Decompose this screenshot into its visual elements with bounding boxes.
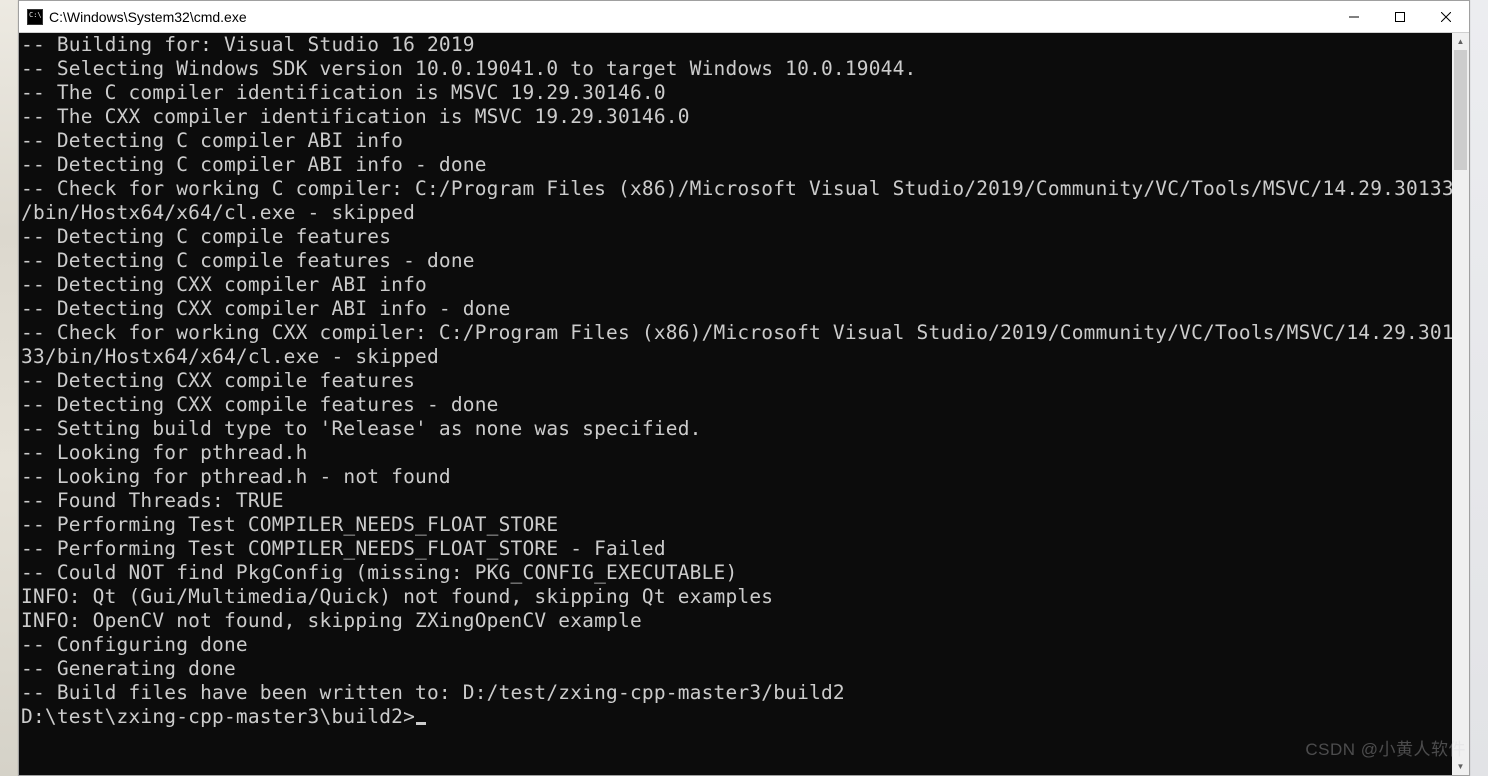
terminal-line: -- The C compiler identification is MSVC… xyxy=(21,81,1452,105)
vertical-scrollbar[interactable]: ▲ ▼ xyxy=(1452,33,1469,775)
terminal-line: -- Detecting CXX compile features - done xyxy=(21,393,1452,417)
scroll-up-button[interactable]: ▲ xyxy=(1452,33,1469,50)
terminal-line: -- The CXX compiler identification is MS… xyxy=(21,105,1452,129)
terminal-output[interactable]: -- Building for: Visual Studio 16 2019--… xyxy=(19,33,1452,775)
terminal-line: -- Performing Test COMPILER_NEEDS_FLOAT_… xyxy=(21,537,1452,561)
terminal-line: -- Detecting C compile features xyxy=(21,225,1452,249)
scroll-down-button[interactable]: ▼ xyxy=(1452,758,1469,775)
terminal-line: -- Detecting C compiler ABI info - done xyxy=(21,153,1452,177)
close-button[interactable] xyxy=(1423,1,1469,33)
terminal-line: -- Could NOT find PkgConfig (missing: PK… xyxy=(21,561,1452,585)
terminal-line: 33/bin/Hostx64/x64/cl.exe - skipped xyxy=(21,345,1452,369)
terminal-line: -- Build files have been written to: D:/… xyxy=(21,681,1452,705)
terminal-line: -- Detecting C compile features - done xyxy=(21,249,1452,273)
terminal-line: -- Detecting CXX compiler ABI info - don… xyxy=(21,297,1452,321)
terminal-line: -- Building for: Visual Studio 16 2019 xyxy=(21,33,1452,57)
scroll-thumb[interactable] xyxy=(1454,50,1467,170)
terminal-line: -- Detecting C compiler ABI info xyxy=(21,129,1452,153)
cmd-window: C:\Windows\System32\cmd.exe -- Building … xyxy=(18,0,1470,776)
terminal-line: -- Detecting CXX compiler ABI info xyxy=(21,273,1452,297)
terminal-line: INFO: OpenCV not found, skipping ZXingOp… xyxy=(21,609,1452,633)
terminal-cursor xyxy=(416,722,426,725)
terminal-line: -- Looking for pthread.h xyxy=(21,441,1452,465)
maximize-button[interactable] xyxy=(1377,1,1423,33)
background-right-strip xyxy=(1470,0,1488,776)
terminal-line: -- Found Threads: TRUE xyxy=(21,489,1452,513)
window-title: C:\Windows\System32\cmd.exe xyxy=(49,9,247,25)
terminal-prompt[interactable]: D:\test\zxing-cpp-master3\build2> xyxy=(21,705,1452,729)
terminal-line: INFO: Qt (Gui/Multimedia/Quick) not foun… xyxy=(21,585,1452,609)
minimize-button[interactable] xyxy=(1331,1,1377,33)
terminal-line: /bin/Hostx64/x64/cl.exe - skipped xyxy=(21,201,1452,225)
background-left-strip xyxy=(0,0,20,776)
terminal-line: -- Check for working C compiler: C:/Prog… xyxy=(21,177,1452,201)
terminal-line: -- Configuring done xyxy=(21,633,1452,657)
terminal-line: -- Selecting Windows SDK version 10.0.19… xyxy=(21,57,1452,81)
terminal-line: -- Generating done xyxy=(21,657,1452,681)
terminal-line: -- Check for working CXX compiler: C:/Pr… xyxy=(21,321,1452,345)
terminal-line: -- Detecting CXX compile features xyxy=(21,369,1452,393)
titlebar[interactable]: C:\Windows\System32\cmd.exe xyxy=(19,1,1469,33)
terminal-line: -- Looking for pthread.h - not found xyxy=(21,465,1452,489)
terminal-line: -- Performing Test COMPILER_NEEDS_FLOAT_… xyxy=(21,513,1452,537)
cmd-icon xyxy=(27,9,43,25)
terminal-line: -- Setting build type to 'Release' as no… xyxy=(21,417,1452,441)
